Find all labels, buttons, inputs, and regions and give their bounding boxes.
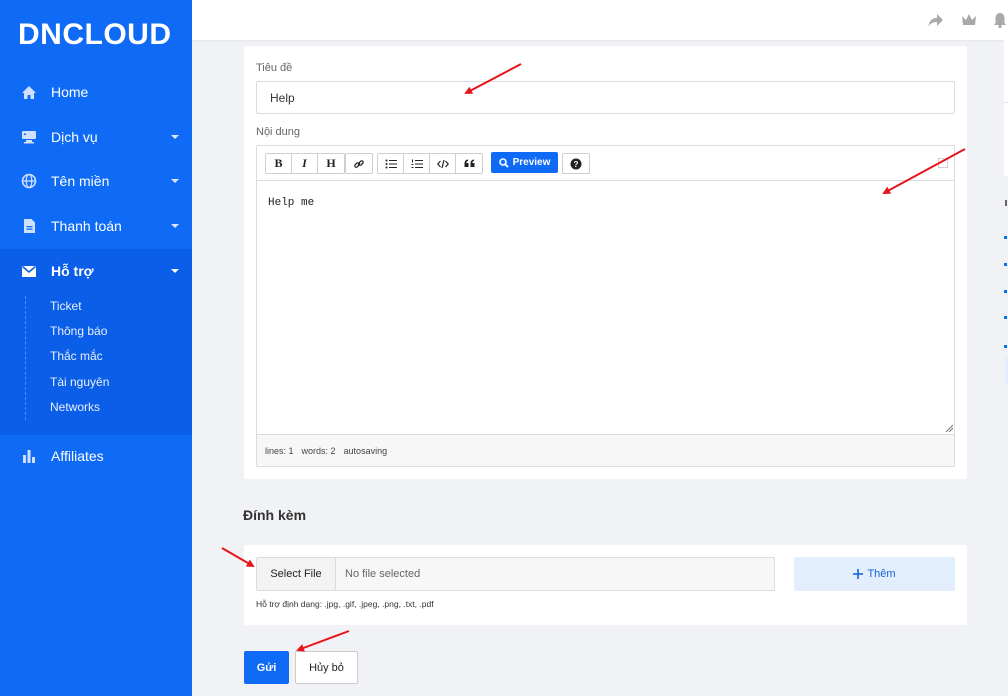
sidebar: DNCLOUD Home Dịch vụ Tên miền Thanh toán… <box>0 0 192 696</box>
link-button[interactable] <box>346 154 372 173</box>
preview-button[interactable]: Preview <box>491 152 558 173</box>
sidebar-item-label: Tên miền <box>51 173 110 189</box>
submenu-guide-line <box>25 296 26 420</box>
svg-text:?: ? <box>574 160 579 169</box>
plus-icon <box>853 569 864 579</box>
supported-formats-hint: Hỗ trợ định dạng: .jpg, .gif, .jpeg, .pn… <box>256 599 434 609</box>
numbered-list-button[interactable] <box>404 154 430 173</box>
sidebar-item-label: Dịch vụ <box>51 129 98 145</box>
server-icon <box>20 128 38 146</box>
add-attachment-label: Thêm <box>867 568 896 580</box>
fullscreen-icon[interactable] <box>938 158 948 168</box>
sidebar-item-label: Hỗ trợ <box>51 263 94 279</box>
question-icon: ? <box>570 158 582 169</box>
crown-icon[interactable] <box>960 11 978 29</box>
file-input[interactable]: Select File No file selected <box>256 557 775 591</box>
sidebar-subitem-faq[interactable]: Thắc mắc <box>50 349 103 363</box>
help-group: ? <box>562 153 590 174</box>
top-bar <box>192 0 1008 40</box>
chevron-down-icon <box>171 135 179 139</box>
bullet-list-button[interactable] <box>378 154 404 173</box>
sidebar-subitem-networks[interactable]: Networks <box>50 400 100 414</box>
sidebar-item-home[interactable]: Home <box>0 70 192 114</box>
chevron-down-icon <box>171 269 179 273</box>
autosave-status: autosaving <box>343 445 388 456</box>
sidebar-subitem-ticket[interactable]: Ticket <box>50 299 82 313</box>
bell-icon[interactable] <box>991 11 1008 29</box>
format-group: B I H <box>265 153 345 174</box>
sidebar-item-billing[interactable]: Thanh toán <box>0 204 192 248</box>
sidebar-subitem-announcements[interactable]: Thông báo <box>50 324 107 338</box>
bold-button[interactable]: B <box>266 154 292 173</box>
sidebar-item-affiliates[interactable]: Affiliates <box>0 434 192 478</box>
italic-button[interactable]: I <box>292 154 318 173</box>
cancel-button[interactable]: Hủy bỏ <box>295 651 358 684</box>
ordered-list-icon <box>411 159 423 168</box>
select-file-button[interactable]: Select File <box>257 558 336 590</box>
sidebar-item-label: Affiliates <box>51 448 104 464</box>
link-group <box>345 153 373 174</box>
share-icon[interactable] <box>927 11 945 29</box>
editor-toolbar: B I H Preview ? <box>257 146 954 181</box>
quote-button[interactable] <box>456 154 482 173</box>
sidebar-subitem-resources[interactable]: Tài nguyên <box>50 375 109 389</box>
word-count: words: 2 <box>301 445 336 456</box>
globe-icon <box>20 172 38 190</box>
ticket-form-card: Tiêu đề Nội dung B I H <box>244 46 967 479</box>
resize-handle-icon[interactable] <box>945 424 953 432</box>
quote-icon <box>464 159 474 167</box>
right-panel-edge <box>1004 40 1008 384</box>
document-icon <box>20 217 38 235</box>
heading-button[interactable]: H <box>318 154 344 173</box>
home-icon <box>20 83 38 101</box>
mail-icon <box>20 262 38 280</box>
search-icon <box>498 157 509 168</box>
code-icon <box>436 159 449 168</box>
brand-logo[interactable]: DNCLOUD <box>18 18 172 52</box>
file-status: No file selected <box>345 568 421 580</box>
help-button[interactable]: ? <box>563 154 589 173</box>
title-label: Tiêu đề <box>256 62 293 74</box>
markdown-editor: B I H Preview ? Help me lines: 1 words: … <box>256 145 955 467</box>
arrow-to-send <box>296 630 350 652</box>
sidebar-item-label: Home <box>51 84 89 100</box>
list-icon <box>385 159 397 168</box>
code-button[interactable] <box>430 154 456 173</box>
chevron-down-icon <box>171 224 179 228</box>
send-button[interactable]: Gửi <box>244 651 289 684</box>
preview-label: Preview <box>512 157 551 168</box>
sidebar-item-services[interactable]: Dịch vụ <box>0 115 192 159</box>
add-attachment-button[interactable]: Thêm <box>794 557 955 591</box>
content-label: Nội dung <box>256 126 301 138</box>
attachments-card: Select File No file selected Thêm Hỗ trợ… <box>244 545 967 625</box>
sidebar-item-domains[interactable]: Tên miền <box>0 159 192 203</box>
title-input[interactable] <box>256 81 955 114</box>
content-textarea[interactable]: Help me <box>257 181 954 434</box>
link-icon <box>354 159 364 168</box>
sidebar-item-support[interactable]: Hỗ trợ <box>0 249 192 293</box>
sidebar-item-label: Thanh toán <box>51 218 122 234</box>
bar-chart-icon <box>20 447 38 465</box>
editor-statusbar: lines: 1 words: 2 autosaving <box>257 434 954 466</box>
block-group <box>377 153 483 174</box>
line-count: lines: 1 <box>265 445 294 456</box>
chevron-down-icon <box>171 179 179 183</box>
attachments-title: Đính kèm <box>243 507 307 523</box>
